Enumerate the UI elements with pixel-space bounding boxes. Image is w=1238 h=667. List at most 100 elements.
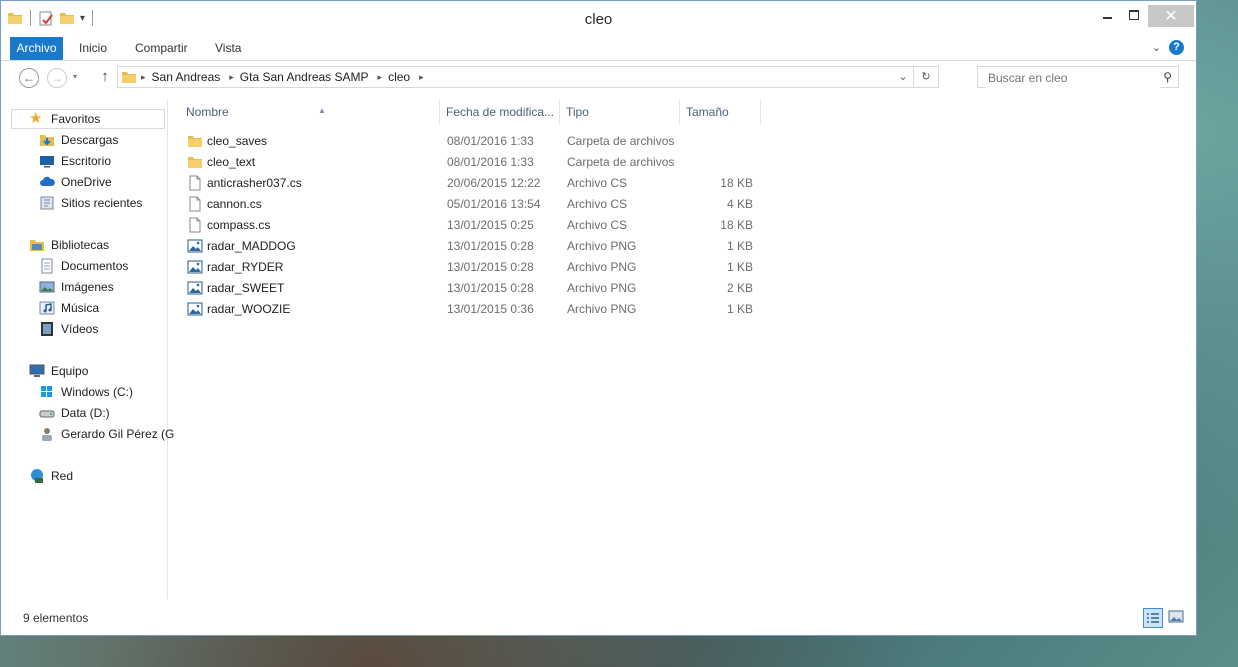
breadcrumb-cleo[interactable]: cleo [388, 70, 410, 84]
nav-item-windows-c[interactable]: Windows (C:) [39, 382, 133, 402]
breadcrumb-chevron-icon[interactable]: ▸ [141, 72, 146, 83]
file-date: 13/01/2015 0:36 [447, 302, 534, 316]
recent-locations-icon[interactable]: ▾ [73, 72, 77, 81]
downloads-folder-icon [40, 135, 54, 146]
nav-item-label: Windows (C:) [61, 385, 134, 399]
file-row[interactable]: anticrasher037.cs 20/06/2015 12:22 Archivo… [181, 173, 781, 194]
file-size: 2 KB [726, 281, 753, 295]
nav-item-label: Imágenes [61, 280, 114, 294]
address-history-dropdown-icon[interactable]: ⌄ [893, 67, 913, 87]
breadcrumb-chevron-icon[interactable]: ▸ [378, 72, 383, 83]
details-view-icon [1147, 613, 1159, 623]
videos-icon [41, 322, 53, 336]
nav-item-network-drive-g[interactable]: Gerardo Gil Pérez (G [39, 424, 174, 444]
tab-vista[interactable]: Vista [215, 37, 241, 60]
large-icons-view-icon [1168, 610, 1184, 623]
address-bar[interactable]: ▸ San Andreas ▸ Gta San Andreas SAMP ▸ c… [117, 66, 939, 88]
file-name: radar_WOOZIE [207, 302, 291, 316]
tab-archivo[interactable]: Archivo [10, 37, 63, 60]
breadcrumb-chevron-icon[interactable]: ▸ [419, 72, 424, 83]
computer-icon [29, 364, 45, 377]
file-date: 13/01/2015 0:28 [447, 239, 534, 253]
up-button[interactable]: ↑ [95, 68, 115, 88]
nav-item-bibliotecas[interactable]: Bibliotecas [29, 235, 109, 255]
nav-item-videos[interactable]: Vídeos [39, 319, 98, 339]
breadcrumb-chevron-icon[interactable]: ▸ [229, 72, 234, 83]
refresh-icon[interactable]: ↻ [913, 67, 938, 87]
file-date: 13/01/2015 0:28 [447, 260, 534, 274]
column-header-date[interactable]: Fecha de modifica... [440, 100, 560, 124]
image-icon [187, 239, 203, 253]
folder-icon [188, 157, 202, 168]
nav-item-documentos[interactable]: Documentos [39, 256, 128, 276]
file-row[interactable]: cleo_text 08/01/2016 1:33 Carpeta de archi… [181, 152, 781, 173]
image-icon [187, 260, 203, 274]
nav-item-label: Gerardo Gil Pérez (G [61, 427, 175, 441]
forward-button[interactable]: → [47, 68, 67, 88]
column-header-name[interactable]: Nombre ▲ [180, 100, 440, 124]
explorer-window: ▾ cleo ✕ Archivo Inicio Compartir Vista … [0, 0, 1197, 636]
file-icon [189, 217, 201, 233]
tab-compartir[interactable]: Compartir [135, 37, 188, 60]
navigation-bar: ← → ▾ ↑ ▸ San Andreas ▸ Gta San Andreas … [1, 61, 1196, 95]
nav-item-escritorio[interactable]: Escritorio [39, 151, 111, 171]
file-row[interactable]: radar_RYDER 13/01/2015 0:28 Archivo PNG 1 K… [181, 257, 781, 278]
close-button[interactable]: ✕ [1148, 5, 1194, 27]
image-icon [187, 302, 203, 316]
star-icon: ★ [29, 110, 43, 127]
file-row[interactable]: cleo_saves 08/01/2016 1:33 Carpeta de arch… [181, 131, 781, 152]
maximize-button[interactable] [1121, 5, 1147, 25]
image-icon [187, 281, 203, 295]
desktop-icon [40, 156, 54, 168]
expand-ribbon-icon[interactable]: ⌄ [1152, 41, 1161, 54]
pictures-icon [39, 281, 55, 293]
network-icon [31, 469, 43, 483]
file-row[interactable]: radar_WOOZIE 13/01/2015 0:36 Archivo PNG 1 … [181, 299, 781, 320]
close-icon: ✕ [1164, 8, 1178, 25]
minimize-button[interactable] [1095, 5, 1121, 25]
tab-inicio[interactable]: Inicio [79, 37, 107, 60]
column-header-size[interactable]: Tamaño [680, 100, 761, 124]
nav-item-imagenes[interactable]: Imágenes [39, 277, 114, 297]
minimize-icon [1103, 17, 1112, 19]
file-date: 13/01/2015 0:28 [447, 281, 534, 295]
details-view-button[interactable] [1143, 608, 1163, 628]
nav-item-equipo[interactable]: Equipo [29, 361, 88, 381]
up-arrow-icon: ↑ [101, 68, 109, 85]
file-size [681, 152, 753, 173]
file-row[interactable]: radar_SWEET 13/01/2015 0:28 Archivo PNG 2 K… [181, 278, 781, 299]
nav-item-favoritos[interactable]: ★ Favoritos [29, 109, 100, 129]
file-size: 4 KB [726, 197, 753, 211]
file-type: Carpeta de archivos [567, 155, 675, 169]
large-icons-view-button[interactable] [1167, 608, 1187, 628]
file-date: 20/06/2015 12:22 [447, 176, 541, 190]
nav-item-descargas[interactable]: Descargas [39, 130, 118, 150]
search-box[interactable]: ⚲ [977, 66, 1179, 88]
file-list: Nombre ▲ Fecha de modifica... Tipo Tamañ… [169, 97, 1191, 597]
nav-item-onedrive[interactable]: OneDrive [39, 172, 112, 192]
window-title: cleo [584, 11, 613, 28]
search-icon[interactable]: ⚲ [1163, 70, 1172, 84]
nav-item-data-d[interactable]: Data (D:) [39, 403, 110, 423]
nav-item-sitios-recientes[interactable]: Sitios recientes [39, 193, 142, 213]
file-name: cannon.cs [207, 197, 262, 211]
nav-item-musica[interactable]: Música [39, 298, 99, 318]
search-input[interactable] [986, 68, 1160, 88]
file-icon [189, 196, 201, 212]
nav-item-label: Data (D:) [61, 406, 110, 420]
help-icon[interactable]: ? [1169, 40, 1184, 55]
nav-item-label: OneDrive [61, 175, 112, 189]
breadcrumb-san-andreas[interactable]: San Andreas [152, 70, 221, 84]
file-size: 18 KB [720, 218, 753, 232]
column-header-type[interactable]: Tipo [560, 100, 680, 124]
file-row[interactable]: radar_MADDOG 13/01/2015 0:28 Archivo PNG 1 … [181, 236, 781, 257]
nav-item-red[interactable]: Red [29, 466, 73, 486]
sort-ascending-icon: ▲ [318, 106, 326, 115]
file-type: Archivo PNG [567, 281, 637, 295]
file-type: Archivo CS [567, 197, 628, 211]
back-button[interactable]: ← [19, 68, 39, 88]
file-row[interactable]: cannon.cs 05/01/2016 13:54 Archivo CS 4 KB [181, 194, 781, 215]
file-row[interactable]: compass.cs 13/01/2015 0:25 Archivo CS 18 KB [181, 215, 781, 236]
breadcrumb-gta-san-andreas-samp[interactable]: Gta San Andreas SAMP [240, 70, 369, 84]
file-name: compass.cs [207, 218, 271, 232]
